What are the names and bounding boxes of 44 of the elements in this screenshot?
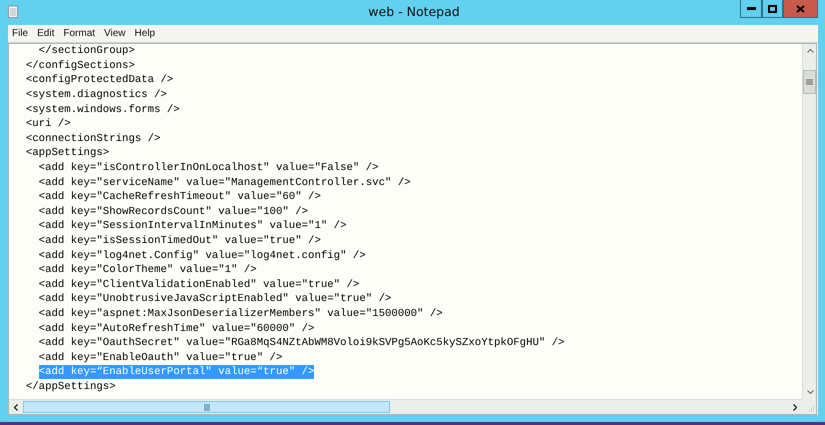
code-line: <configProtectedData /> (26, 73, 174, 88)
code-line: <add key="UnobtrusiveJavaScriptEnabled" value="true" /> (38, 292, 392, 306)
menu-item[interactable]: File (12, 28, 28, 39)
menu-item[interactable]: Edit (37, 28, 54, 39)
code-line: <appSettings> (26, 146, 110, 160)
horizontal-scrollbar[interactable] (9, 399, 802, 414)
code-line: <system.diagnostics /> (26, 88, 167, 102)
code-line: <connectionStrings /> (26, 132, 161, 146)
close-button[interactable] (783, 0, 818, 18)
menu-item[interactable]: View (104, 28, 126, 39)
minimize-icon (746, 7, 756, 10)
scroll-up-icon[interactable] (806, 49, 814, 53)
code-line: <add key="EnableOauth" value="true" /> (38, 350, 282, 365)
code-line: <add key="serviceName" value="ManagementController.svc" /> (38, 176, 411, 190)
code-line: <add key="SessionIntervalInMinutes" value="1" /> (38, 219, 347, 234)
scroll-thumb[interactable] (23, 401, 390, 413)
code-line: <system.windows.forms /> (26, 102, 180, 117)
scroll-right-icon[interactable] (793, 404, 797, 410)
code-line: <uri /> (26, 117, 71, 132)
window-title: web - Notepad (367, 4, 461, 19)
notepad-icon (8, 5, 18, 18)
code-line: </appSettings> (26, 380, 116, 394)
menu-item[interactable]: Format (63, 28, 96, 39)
vertical-scrollbar[interactable] (802, 44, 816, 399)
code-line: </configSections> (26, 58, 135, 73)
code-line: <add key="log4net.Config" value="log4net.config" /> (38, 248, 366, 263)
code-line: <add key="aspnet:MaxJsonDeserializerMembers" value="1500000" /> (38, 306, 443, 321)
code-line: <add key="OauthSecret" value="RGa8MqS4NZtAbWM8Voloi9kSVPg5AoKc5kySZxoYtpkOFgHU" /> (38, 336, 565, 350)
maximize-icon (768, 4, 777, 12)
close-icon (796, 4, 805, 12)
code-line: <add key="AutoRefreshTime" value="60000" /> (38, 322, 314, 336)
code-line: <add key="ShowRecordsCount" value="100" /> (38, 204, 308, 219)
code-line: <add key="ColorTheme" value="1" /> (38, 263, 257, 278)
maximize-button[interactable] (762, 0, 783, 18)
scroll-left-icon[interactable] (14, 404, 18, 410)
code-line: <add key="ClientValidationEnabled" value="true" /> (38, 278, 360, 292)
scroll-down-icon[interactable] (806, 390, 814, 394)
code-line: <add key="isSessionTimedOut" value="true" /> (38, 234, 321, 248)
code-line: <add key="CacheRefreshTimeout" value="60" /> (38, 190, 321, 204)
code-line: </sectionGroup> (38, 44, 135, 58)
minimize-button[interactable] (740, 0, 762, 18)
code-line: <add key="isControllerInOnLocalhost" value="False" /> (38, 161, 379, 176)
menu-item[interactable]: Help (134, 28, 156, 39)
scroll-thumb[interactable] (803, 70, 816, 94)
